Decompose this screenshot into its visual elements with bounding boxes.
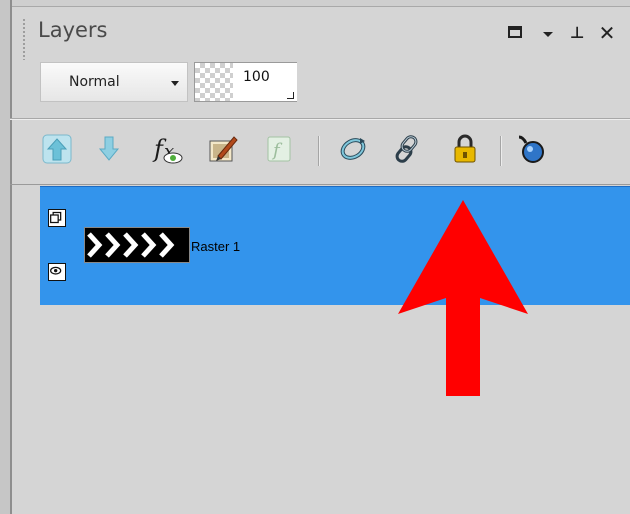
pin-icon [518,135,544,163]
opacity-field[interactable]: 100 [194,62,297,102]
maximize-icon [508,26,522,38]
panel-menu-button[interactable] [540,20,556,46]
layer-style-disabled-icon: f [267,136,291,162]
resize-corner-icon [287,92,294,99]
visibility-eye-icon[interactable] [48,263,66,281]
layer-list-border [10,184,630,185]
refresh-icon [340,138,366,160]
layers-toolbar: f x f [0,120,630,184]
opacity-value: 100 [243,69,270,85]
move-layer-down-icon [98,136,120,161]
blend-mode-value: Normal [69,74,120,90]
move-layer-up-icon [42,134,72,164]
layer-properties-icon [209,136,238,162]
layer-name: Raster 1 [191,239,241,254]
maximize-button[interactable] [504,20,530,46]
toolbar-separator [500,136,502,166]
layer-effects-button[interactable]: f x [150,132,184,166]
close-panel-button[interactable]: ✕ [596,20,618,46]
panel-left-edge [0,0,12,514]
link-icon [395,135,418,163]
layer-row[interactable]: Raster 1 [40,186,630,305]
layer-style-button[interactable]: f [262,132,296,166]
layer-group-icon[interactable] [48,209,66,227]
panel-title: Layers [38,18,108,42]
lock-layer-button[interactable] [448,132,482,166]
layers-panel: Layers ⊥ ✕ Normal 100 f x f Raster 1 [0,0,630,514]
annotation-arrow-icon [398,200,528,396]
move-layer-up-button[interactable] [40,132,74,166]
move-layer-down-button[interactable] [92,132,126,166]
pin-layer-button[interactable] [514,132,548,166]
layer-thumbnail [84,227,190,263]
layer-properties-button[interactable] [206,132,240,166]
chevron-pattern-icon [85,228,189,262]
panel-top-edge [0,0,630,7]
pin-panel-button[interactable]: ⊥ [568,20,586,46]
toolbar-separator [318,136,320,166]
link-layer-button[interactable] [390,132,424,166]
chevron-down-icon [171,81,179,86]
blend-mode-dropdown[interactable]: Normal [40,62,188,102]
chevron-down-icon [543,32,553,37]
refresh-layer-button[interactable] [336,132,370,166]
lock-icon [454,134,476,163]
panel-grip-handle[interactable] [22,18,26,60]
layer-effects-icon: f x [152,135,183,164]
